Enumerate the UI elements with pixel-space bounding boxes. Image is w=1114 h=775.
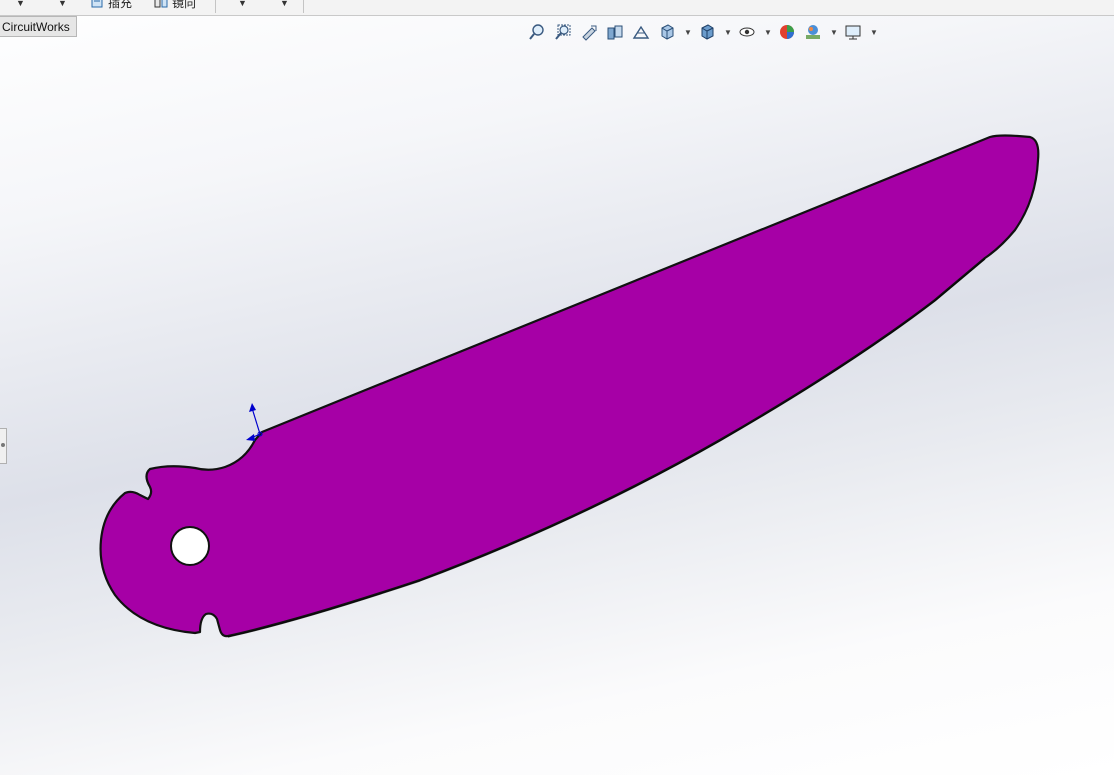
toolbar-separator: [303, 0, 304, 13]
blade-part[interactable]: [99, 134, 1040, 638]
insert-button[interactable]: 插充: [90, 0, 133, 10]
apply-scene-icon[interactable]: [802, 21, 824, 43]
heads-up-view-toolbar: ▼ ▼ ▼ ▼ ▼: [526, 20, 882, 44]
zoom-to-fit-icon[interactable]: [526, 21, 548, 43]
view-orientation-dropdown-icon[interactable]: ▼: [682, 21, 694, 43]
command-manager-toolbar: ▼ ▼ 插充 镜向 ▼ ▼: [0, 0, 1114, 16]
display-style-dropdown-icon[interactable]: ▼: [722, 21, 734, 43]
mounting-hole[interactable]: [170, 526, 210, 566]
model-viewport[interactable]: [0, 0, 1114, 775]
section-view-icon[interactable]: [604, 21, 626, 43]
mirror-button[interactable]: 镜向: [154, 0, 197, 10]
insert-icon: [90, 0, 104, 9]
dropdown-caret-icon[interactable]: ▼: [238, 0, 247, 9]
dropdown-caret-icon[interactable]: ▼: [16, 0, 25, 9]
hide-show-dropdown-icon[interactable]: ▼: [762, 21, 774, 43]
toolbar-separator: [215, 0, 216, 13]
zoom-to-area-icon[interactable]: [552, 21, 574, 43]
hide-show-items-icon[interactable]: [736, 21, 758, 43]
mirror-label: 镜向: [172, 0, 197, 10]
dropdown-caret-icon[interactable]: ▼: [280, 0, 289, 9]
view-settings-dropdown-icon[interactable]: ▼: [868, 21, 880, 43]
display-style-icon[interactable]: [696, 21, 718, 43]
insert-label: 插充: [108, 0, 133, 10]
mirror-icon: [154, 0, 168, 9]
panel-collapse-handle[interactable]: [0, 428, 7, 464]
view-settings-icon[interactable]: [842, 21, 864, 43]
graphics-area[interactable]: [0, 0, 1114, 775]
tab-circuitworks[interactable]: CircuitWorks: [0, 16, 77, 37]
apply-scene-dropdown-icon[interactable]: ▼: [828, 21, 840, 43]
dropdown-caret-icon[interactable]: ▼: [58, 0, 67, 9]
view-orientation-icon[interactable]: [656, 21, 678, 43]
previous-view-icon[interactable]: [578, 21, 600, 43]
dynamic-annotation-icon[interactable]: [630, 21, 652, 43]
edit-appearance-icon[interactable]: [776, 21, 798, 43]
